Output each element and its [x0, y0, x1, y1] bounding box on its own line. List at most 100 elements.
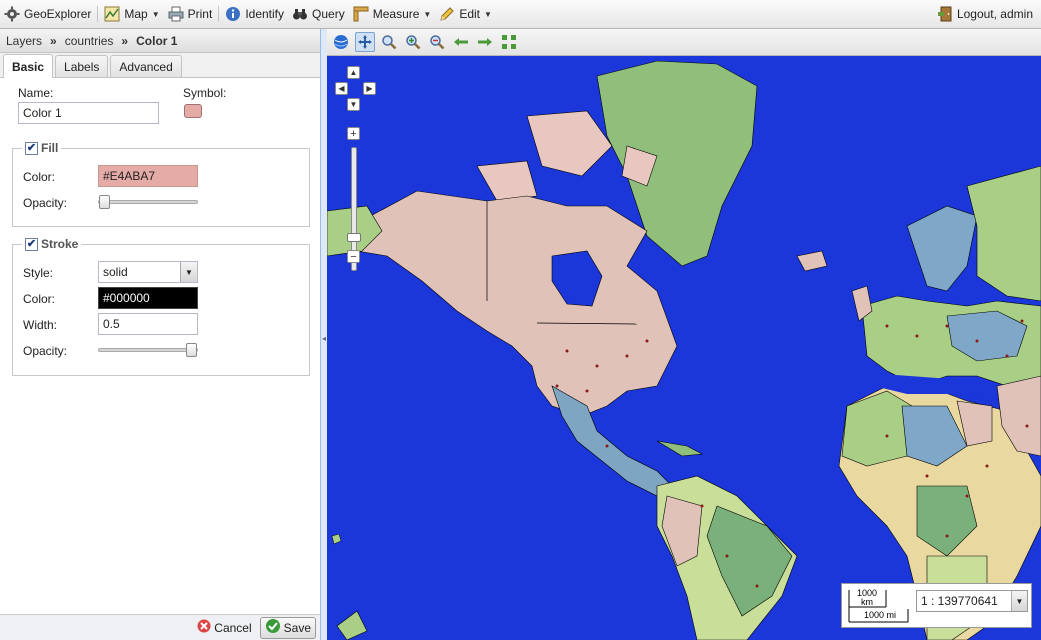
symbol-label: Symbol:	[183, 86, 227, 100]
globe-icon	[334, 35, 348, 49]
printer-icon	[168, 6, 184, 22]
tab-basic[interactable]: Basic	[3, 54, 54, 78]
stroke-opacity-label: Opacity:	[23, 344, 68, 358]
pan-tool-button[interactable]	[355, 32, 375, 52]
breadcrumb-separator: »	[121, 33, 129, 48]
tab-advanced[interactable]: Advanced	[110, 55, 182, 77]
stroke-legend: ✔ Stroke	[22, 237, 82, 251]
pan-right-button[interactable]: ▶	[363, 82, 376, 95]
stroke-color-input[interactable]: #000000	[98, 287, 198, 309]
stroke-width-input[interactable]: 0.5	[98, 313, 198, 335]
breadcrumb: Layers » countries » Color 1	[0, 29, 320, 53]
stroke-width-label: Width:	[23, 318, 58, 332]
city-point	[700, 504, 704, 508]
query-button[interactable]: Query	[288, 3, 349, 25]
stroke-style-value: solid	[103, 265, 128, 279]
app-name: GeoExplorer	[24, 7, 92, 21]
minus-icon: −	[350, 250, 357, 263]
city-point	[975, 339, 979, 343]
city-point	[925, 474, 929, 478]
zoom-out-button[interactable]: −	[347, 250, 360, 263]
separator	[97, 6, 99, 22]
ruler-icon	[353, 6, 369, 22]
chevron-down-icon[interactable]: ▼	[1011, 591, 1027, 611]
stroke-legend-label: Stroke	[41, 237, 79, 251]
fill-fieldset	[12, 148, 310, 227]
city-point	[885, 324, 889, 328]
scale-bar-km: 1000 km	[850, 589, 884, 607]
print-button[interactable]: Print	[164, 3, 217, 25]
pan-down-button[interactable]: ▼	[347, 98, 360, 111]
breadcrumb-countries[interactable]: countries	[65, 34, 114, 48]
panel-footer: Cancel Save	[0, 614, 320, 640]
scale-select-value: 1 : 139770641	[921, 594, 998, 608]
scale-bar-mi: 1000 mi	[863, 610, 897, 620]
chevron-down-icon: ▼	[151, 9, 160, 19]
cancel-icon	[197, 619, 211, 636]
fill-opacity-slider[interactable]	[98, 195, 198, 209]
pan-arrows-icon	[358, 35, 372, 49]
name-input[interactable]: Color 1	[18, 102, 159, 124]
top-toolbar: GeoExplorer Map ▼ Print Identify Query M…	[0, 0, 1041, 29]
pan-left-button[interactable]: ◀	[335, 82, 348, 95]
fill-legend: ✔ Fill	[22, 141, 62, 155]
zoom-box-button[interactable]	[379, 32, 399, 52]
plus-icon: +	[350, 127, 357, 140]
chevron-down-icon: ▼	[423, 9, 432, 19]
logout-button[interactable]: Logout, admin	[933, 3, 1037, 25]
checkmark-icon	[265, 618, 281, 637]
stroke-opacity-thumb[interactable]	[186, 343, 197, 357]
cancel-label: Cancel	[214, 620, 252, 635]
navigation-forward-button[interactable]	[475, 32, 495, 52]
globe-max-extent-button[interactable]	[331, 32, 351, 52]
identify-button[interactable]: Identify	[221, 3, 288, 25]
zoom-in-icon	[406, 35, 421, 50]
pan-up-button[interactable]: ▲	[347, 66, 360, 79]
city-point	[985, 464, 989, 468]
stroke-checkbox[interactable]: ✔	[25, 237, 38, 251]
fill-color-input[interactable]: #E4ABA7	[98, 165, 198, 187]
chevron-right-icon: ▶	[366, 84, 373, 93]
chevron-left-icon[interactable]: ◂	[322, 334, 326, 343]
stroke-style-select[interactable]: solid ▼	[98, 261, 198, 283]
measure-menu-button[interactable]: Measure ▼	[349, 3, 436, 25]
chevron-up-icon: ▲	[349, 68, 358, 77]
navigation-back-button[interactable]	[451, 32, 471, 52]
scale-box: 1000 km 1000 mi 1 : 139770641 ▼	[841, 583, 1032, 628]
map-menu-label: Map	[124, 7, 148, 21]
city-point	[1005, 354, 1009, 358]
fill-opacity-label: Opacity:	[23, 196, 68, 210]
chevron-down-icon: ▼	[349, 100, 358, 109]
edit-menu-button[interactable]: Edit ▼	[435, 3, 496, 25]
fill-checkbox[interactable]: ✔	[25, 141, 38, 155]
zoom-out-button[interactable]	[427, 32, 447, 52]
chevron-down-icon[interactable]: ▼	[180, 262, 197, 282]
city-point	[605, 444, 609, 448]
gear-icon	[4, 6, 20, 22]
zoom-in-button[interactable]	[403, 32, 423, 52]
city-point	[555, 384, 559, 388]
stroke-style-label: Style:	[23, 266, 54, 280]
magnifier-icon	[382, 35, 397, 50]
city-point	[965, 494, 969, 498]
tab-labels[interactable]: Labels	[55, 55, 109, 77]
map-menu-button[interactable]: Map ▼	[100, 3, 163, 25]
scale-select[interactable]: 1 : 139770641 ▼	[916, 590, 1028, 612]
save-button[interactable]: Save	[259, 616, 316, 639]
city-point	[945, 534, 949, 538]
chevron-left-icon: ◀	[338, 84, 345, 93]
stroke-opacity-slider[interactable]	[98, 343, 198, 357]
scale-bar-km-unit: km	[861, 597, 873, 607]
fill-opacity-thumb[interactable]	[99, 195, 110, 209]
fill-legend-label: Fill	[41, 141, 59, 155]
symbol-swatch[interactable]	[184, 104, 202, 118]
pencil-icon	[439, 6, 455, 22]
tab-strip: Basic Labels Advanced	[0, 53, 320, 78]
map-canvas[interactable]: ▲ ◀ ▶ ▼ + − 1000 km 1000 mi 1 : 13977064…	[327, 56, 1041, 640]
full-screen-button[interactable]	[499, 32, 519, 52]
zoom-slider-thumb[interactable]	[347, 233, 361, 242]
breadcrumb-layers[interactable]: Layers	[6, 34, 42, 48]
zoom-in-button[interactable]: +	[347, 127, 360, 140]
city-point	[645, 339, 649, 343]
cancel-button[interactable]: Cancel	[193, 617, 255, 639]
